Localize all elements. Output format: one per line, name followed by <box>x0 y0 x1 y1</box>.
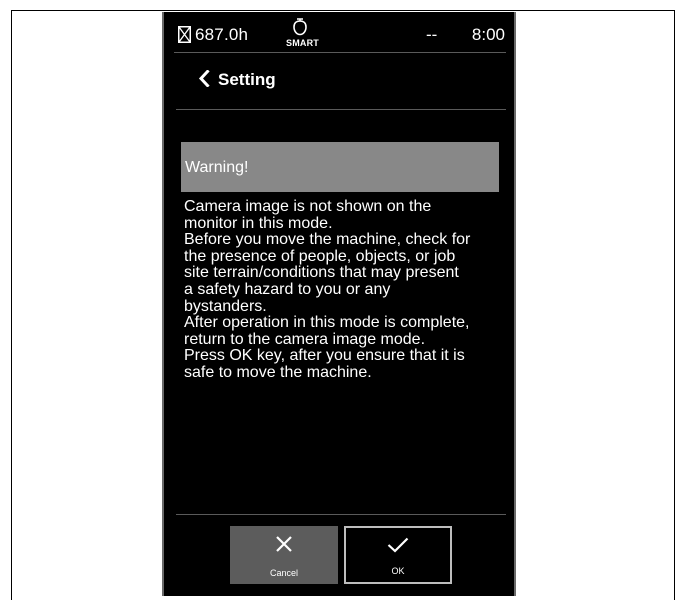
chevron-left-icon[interactable] <box>198 70 210 87</box>
ok-button[interactable]: OK <box>344 526 452 584</box>
warning-message-line: a safety hazard to you or any <box>184 280 391 298</box>
status-divider <box>174 52 506 53</box>
warning-message-line: the presence of people, objects, or job <box>184 247 456 265</box>
warning-message-line: monitor in this mode. <box>184 214 333 232</box>
warning-message-line: site terrain/conditions that may present <box>184 264 459 282</box>
hourglass-icon <box>178 26 191 43</box>
warning-message-line: After operation in this mode is complete… <box>184 314 470 332</box>
clock: 8:00 <box>471 25 505 44</box>
page-title: Setting <box>218 70 276 89</box>
footer-divider <box>176 514 506 515</box>
warning-message-line: return to the camera image mode. <box>184 330 426 348</box>
header-divider <box>176 109 506 110</box>
cancel-button-label: Cancel <box>269 568 298 578</box>
status-bar: 687.0h SMART -- 8:00 <box>164 12 514 52</box>
smart-mode-label: SMART <box>286 38 319 48</box>
status-placeholder: -- <box>426 25 438 44</box>
warning-message: Camera image is not shown on the monitor… <box>184 198 510 382</box>
close-icon <box>276 536 292 552</box>
smart-mode-icon <box>293 18 307 36</box>
cancel-button[interactable]: Cancel <box>230 526 338 584</box>
warning-message-line: Press OK key, after you ensure that it i… <box>184 347 465 365</box>
warning-message-line: safe to move the machine. <box>184 363 372 381</box>
warning-message-line: Camera image is not shown on the <box>184 198 432 215</box>
warning-banner: Warning! <box>181 142 499 192</box>
hour-meter-value: 687.0h <box>195 25 249 44</box>
warning-message-line: Before you move the machine, check for <box>184 231 471 249</box>
monitor-screen: 687.0h SMART -- 8:00 Setting Warning! Ca… <box>162 12 516 596</box>
warning-title: Warning! <box>185 159 249 176</box>
ok-button-label: OK <box>391 566 405 576</box>
check-icon <box>387 537 409 553</box>
warning-message-line: bystanders. <box>184 297 267 315</box>
